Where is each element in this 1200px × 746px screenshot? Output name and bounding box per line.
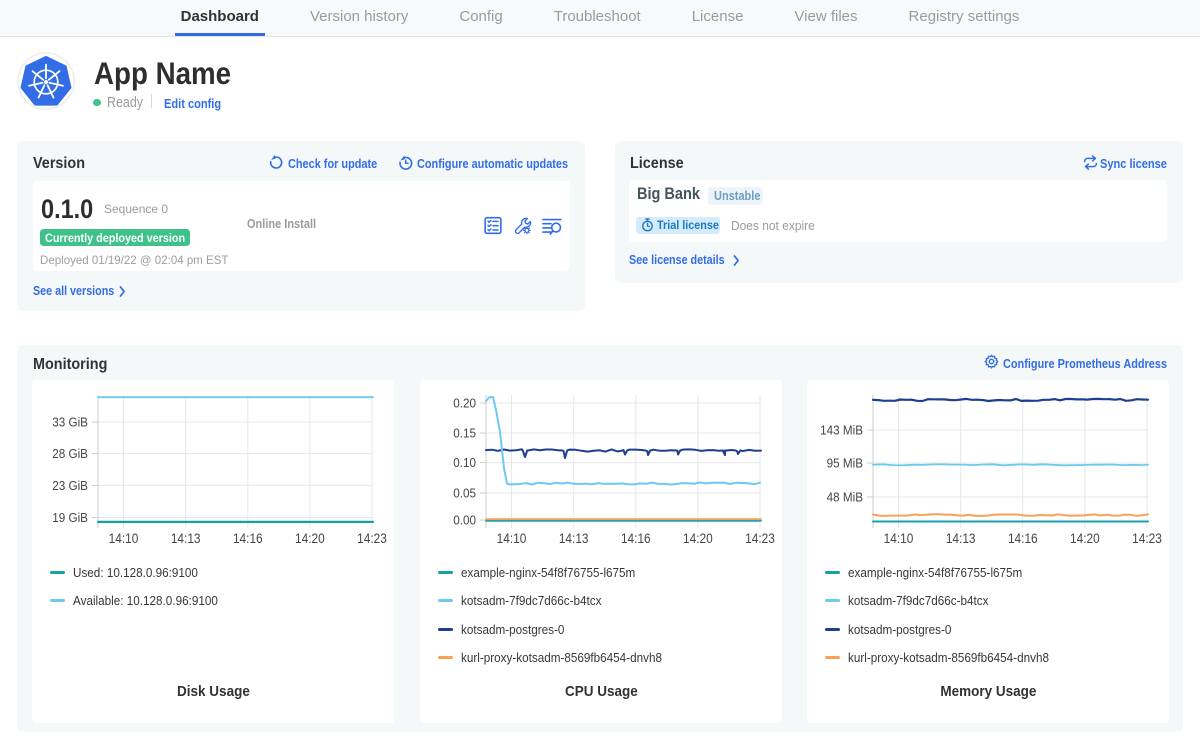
- svg-text:14:23: 14:23: [745, 530, 775, 546]
- svg-text:143 MiB: 143 MiB: [820, 423, 863, 438]
- svg-text:14:13: 14:13: [559, 530, 589, 546]
- svg-text:0.00: 0.00: [453, 513, 476, 528]
- svg-text:14:13: 14:13: [171, 530, 201, 546]
- svg-text:14:10: 14:10: [497, 530, 527, 546]
- svg-text:0.15: 0.15: [453, 426, 476, 441]
- svg-text:14:16: 14:16: [621, 530, 651, 546]
- svg-text:23 GiB: 23 GiB: [52, 478, 88, 493]
- svg-text:14:16: 14:16: [233, 530, 263, 546]
- svg-text:14:20: 14:20: [683, 530, 713, 546]
- svg-text:14:23: 14:23: [1132, 530, 1162, 546]
- svg-text:0.20: 0.20: [453, 396, 476, 411]
- svg-text:48 MiB: 48 MiB: [827, 490, 863, 505]
- svg-text:33 GiB: 33 GiB: [52, 415, 88, 430]
- svg-text:14:10: 14:10: [884, 530, 914, 546]
- svg-text:19 GiB: 19 GiB: [52, 510, 88, 525]
- svg-text:0.10: 0.10: [453, 456, 476, 471]
- svg-text:14:16: 14:16: [1008, 530, 1038, 546]
- svg-text:95 MiB: 95 MiB: [827, 456, 863, 471]
- svg-text:28 GiB: 28 GiB: [52, 447, 88, 462]
- svg-text:14:13: 14:13: [946, 530, 976, 546]
- svg-text:14:10: 14:10: [109, 530, 139, 546]
- svg-text:0.05: 0.05: [453, 486, 476, 501]
- svg-text:14:20: 14:20: [1070, 530, 1100, 546]
- svg-text:14:23: 14:23: [357, 530, 387, 546]
- svg-text:14:20: 14:20: [295, 530, 325, 546]
